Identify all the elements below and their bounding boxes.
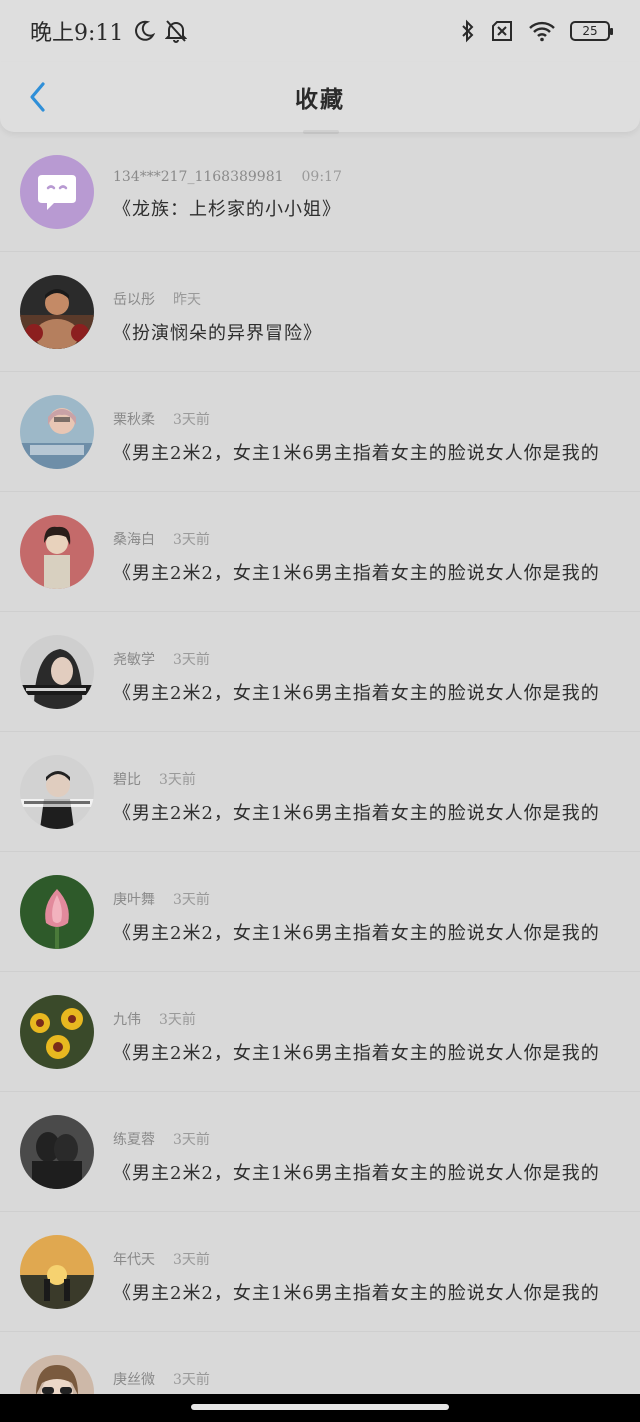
avatar	[20, 1235, 94, 1309]
list-item[interactable]: 九伟 3天前 《男主2米2，女主1米6男主指着女主的脸说女人你是我的	[0, 972, 640, 1092]
timestamp: 3天前	[173, 1372, 210, 1388]
avatar	[20, 755, 94, 829]
list-item[interactable]: 年代天 3天前 《男主2米2，女主1米6男主指着女主的脸说女人你是我的	[0, 1212, 640, 1332]
timestamp: 3天前	[173, 1132, 210, 1148]
navigation-bar	[0, 1394, 640, 1422]
avatar	[20, 275, 94, 349]
avatar	[20, 635, 94, 709]
story-title: 《龙族：上杉家的小小姐》	[113, 199, 341, 220]
story-title: 《扮演悯朵的异界冒险》	[113, 323, 322, 344]
page-title: 收藏	[295, 87, 345, 113]
timestamp: 3天前	[159, 1012, 196, 1028]
story-title: 《男主2米2，女主1米6男主指着女主的脸说女人你是我的	[113, 803, 600, 824]
bluetooth-icon	[462, 19, 474, 43]
avatar	[20, 875, 94, 949]
story-title: 《男主2米2，女主1米6男主指着女主的脸说女人你是我的	[113, 923, 600, 944]
chevron-left-icon	[30, 82, 45, 112]
story-title: 《男主2米2，女主1米6男主指着女主的脸说女人你是我的	[113, 1043, 600, 1064]
list-item[interactable]: 岳以彤 昨天 《扮演悯朵的异界冒险》	[0, 252, 640, 372]
list-item[interactable]: 栗秋柔 3天前 《男主2米2，女主1米6男主指着女主的脸说女人你是我的	[0, 372, 640, 492]
story-title: 《男主2米2，女主1米6男主指着女主的脸说女人你是我的	[113, 1283, 600, 1304]
author-name: 庚丝微	[113, 1372, 155, 1388]
timestamp: 3天前	[173, 892, 210, 908]
battery-icon: 25	[570, 21, 613, 41]
header: 收藏	[0, 62, 640, 132]
status-time: 晚上9:11	[30, 21, 124, 46]
battery-level: 25	[582, 24, 598, 38]
favorites-list: 134***217_1168389981 09:17 《龙族：上杉家的小小姐》	[0, 132, 640, 1422]
sim-off-icon	[492, 21, 512, 41]
story-title: 《男主2米2，女主1米6男主指着女主的脸说女人你是我的	[113, 443, 600, 464]
bell-off-icon	[165, 20, 188, 43]
home-indicator[interactable]	[191, 1404, 449, 1410]
author-name: 练夏蓉	[113, 1132, 155, 1148]
list-item[interactable]: 庚叶舞 3天前 《男主2米2，女主1米6男主指着女主的脸说女人你是我的	[0, 852, 640, 972]
avatar	[20, 515, 94, 589]
author-name: 尧敏学	[113, 652, 155, 668]
author-name: 年代天	[113, 1252, 155, 1268]
author-name: 岳以彤	[113, 292, 155, 308]
avatar	[20, 1115, 94, 1189]
moon-icon	[135, 20, 156, 41]
timestamp: 3天前	[173, 652, 210, 668]
status-bar: 晚上9:11 25	[0, 0, 640, 62]
timestamp: 3天前	[173, 1252, 210, 1268]
timestamp: 09:17	[301, 169, 342, 185]
timestamp: 3天前	[173, 532, 210, 548]
author-name: 134***217_1168389981	[113, 169, 284, 185]
back-button[interactable]	[20, 78, 56, 116]
author-name: 庚叶舞	[113, 892, 155, 908]
avatar	[20, 155, 94, 229]
timestamp: 昨天	[173, 292, 201, 308]
screen: 晚上9:11 25 收藏 134***217_1168389981 09:17 …	[0, 0, 640, 1422]
story-title: 《男主2米2，女主1米6男主指着女主的脸说女人你是我的	[113, 1163, 600, 1184]
story-title: 《男主2米2，女主1米6男主指着女主的脸说女人你是我的	[113, 563, 600, 584]
story-title: 《男主2米2，女主1米6男主指着女主的脸说女人你是我的	[113, 683, 600, 704]
timestamp: 3天前	[159, 772, 196, 788]
avatar	[20, 395, 94, 469]
author-name: 九伟	[113, 1012, 141, 1028]
list-item[interactable]: 134***217_1168389981 09:17 《龙族：上杉家的小小姐》	[0, 132, 640, 252]
author-name: 栗秋柔	[113, 412, 155, 428]
author-name: 桑海白	[113, 532, 155, 548]
list-item[interactable]: 练夏蓉 3天前 《男主2米2，女主1米6男主指着女主的脸说女人你是我的	[0, 1092, 640, 1212]
list-item[interactable]: 碧比 3天前 《男主2米2，女主1米6男主指着女主的脸说女人你是我的	[0, 732, 640, 852]
list-item[interactable]: 桑海白 3天前 《男主2米2，女主1米6男主指着女主的脸说女人你是我的	[0, 492, 640, 612]
author-name: 碧比	[113, 772, 141, 788]
wifi-icon	[529, 21, 555, 42]
list-item[interactable]: 尧敏学 3天前 《男主2米2，女主1米6男主指着女主的脸说女人你是我的	[0, 612, 640, 732]
timestamp: 3天前	[173, 412, 210, 428]
avatar	[20, 995, 94, 1069]
